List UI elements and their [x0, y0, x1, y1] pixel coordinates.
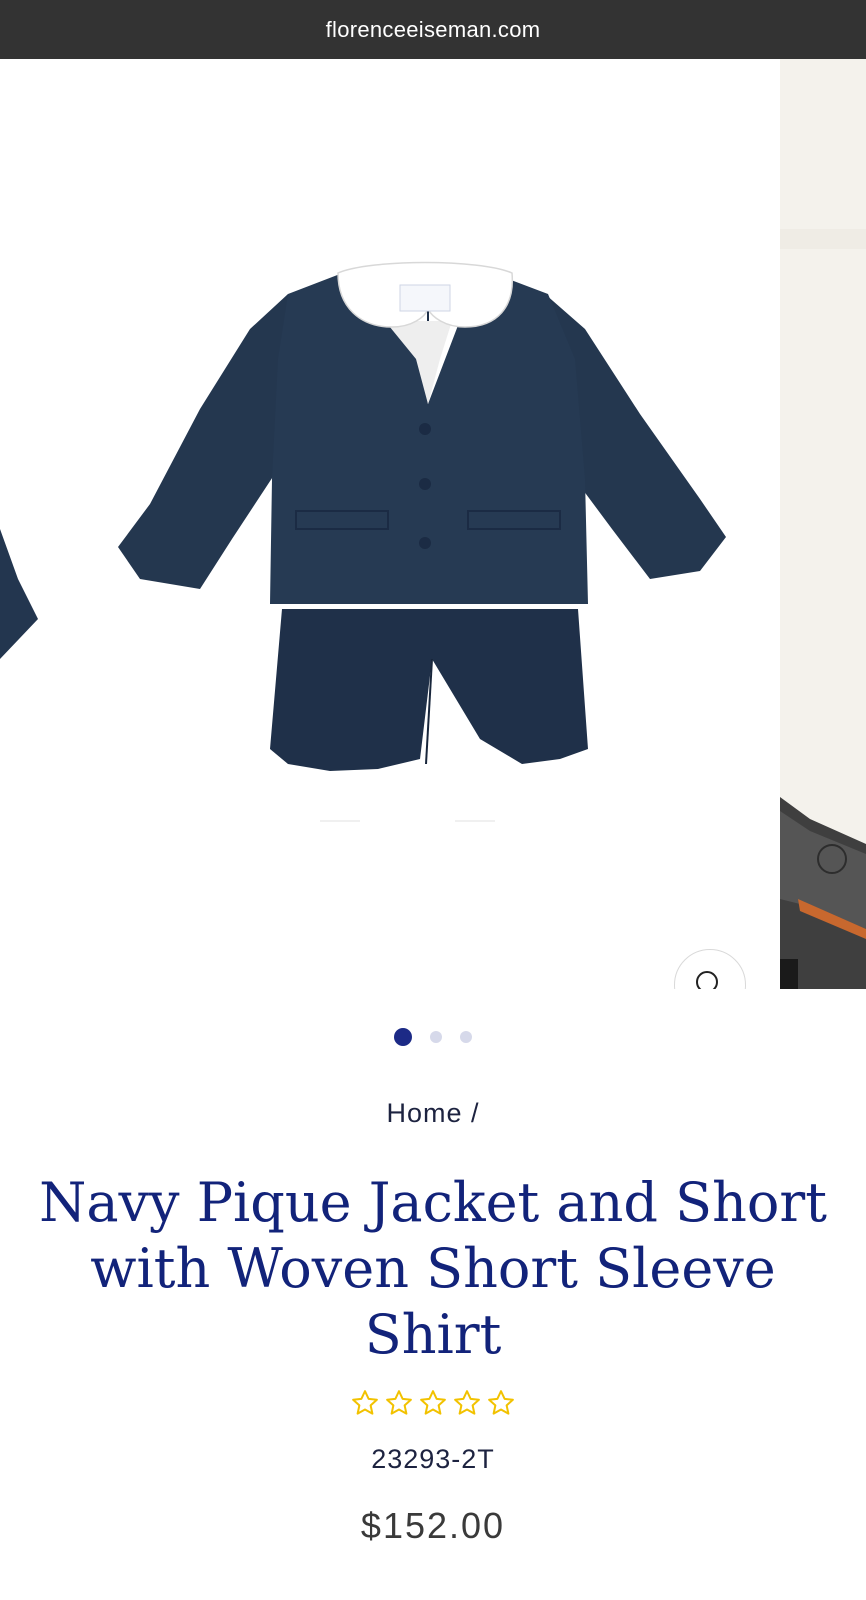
star-icon	[488, 1390, 514, 1415]
next-slide-preview[interactable]	[780, 59, 866, 989]
search-icon	[696, 971, 718, 989]
rating-stars[interactable]	[0, 1388, 866, 1418]
breadcrumb-home-link[interactable]: Home	[386, 1098, 462, 1128]
star-icon	[352, 1390, 378, 1415]
url-text: florenceeiseman.com	[325, 16, 541, 42]
gallery-dot-3[interactable]	[460, 1031, 472, 1043]
product-image[interactable]	[0, 59, 780, 989]
product-gallery[interactable]	[0, 59, 866, 989]
product-sku: 23293-2T	[371, 1444, 495, 1474]
product-title: Navy Pique Jacket and Short with Woven S…	[39, 1171, 827, 1366]
star-icon	[420, 1390, 446, 1415]
star-icon	[454, 1390, 480, 1415]
product-price: $152.00	[360, 1505, 506, 1546]
breadcrumb-separator: /	[471, 1098, 480, 1128]
gallery-dot-2[interactable]	[430, 1031, 442, 1043]
browser-url-bar[interactable]: florenceeiseman.com	[0, 0, 866, 59]
gallery-pagination	[0, 1028, 866, 1046]
star-icon	[386, 1390, 412, 1415]
breadcrumb: Home /	[0, 1098, 866, 1129]
gallery-dot-1[interactable]	[394, 1028, 412, 1046]
